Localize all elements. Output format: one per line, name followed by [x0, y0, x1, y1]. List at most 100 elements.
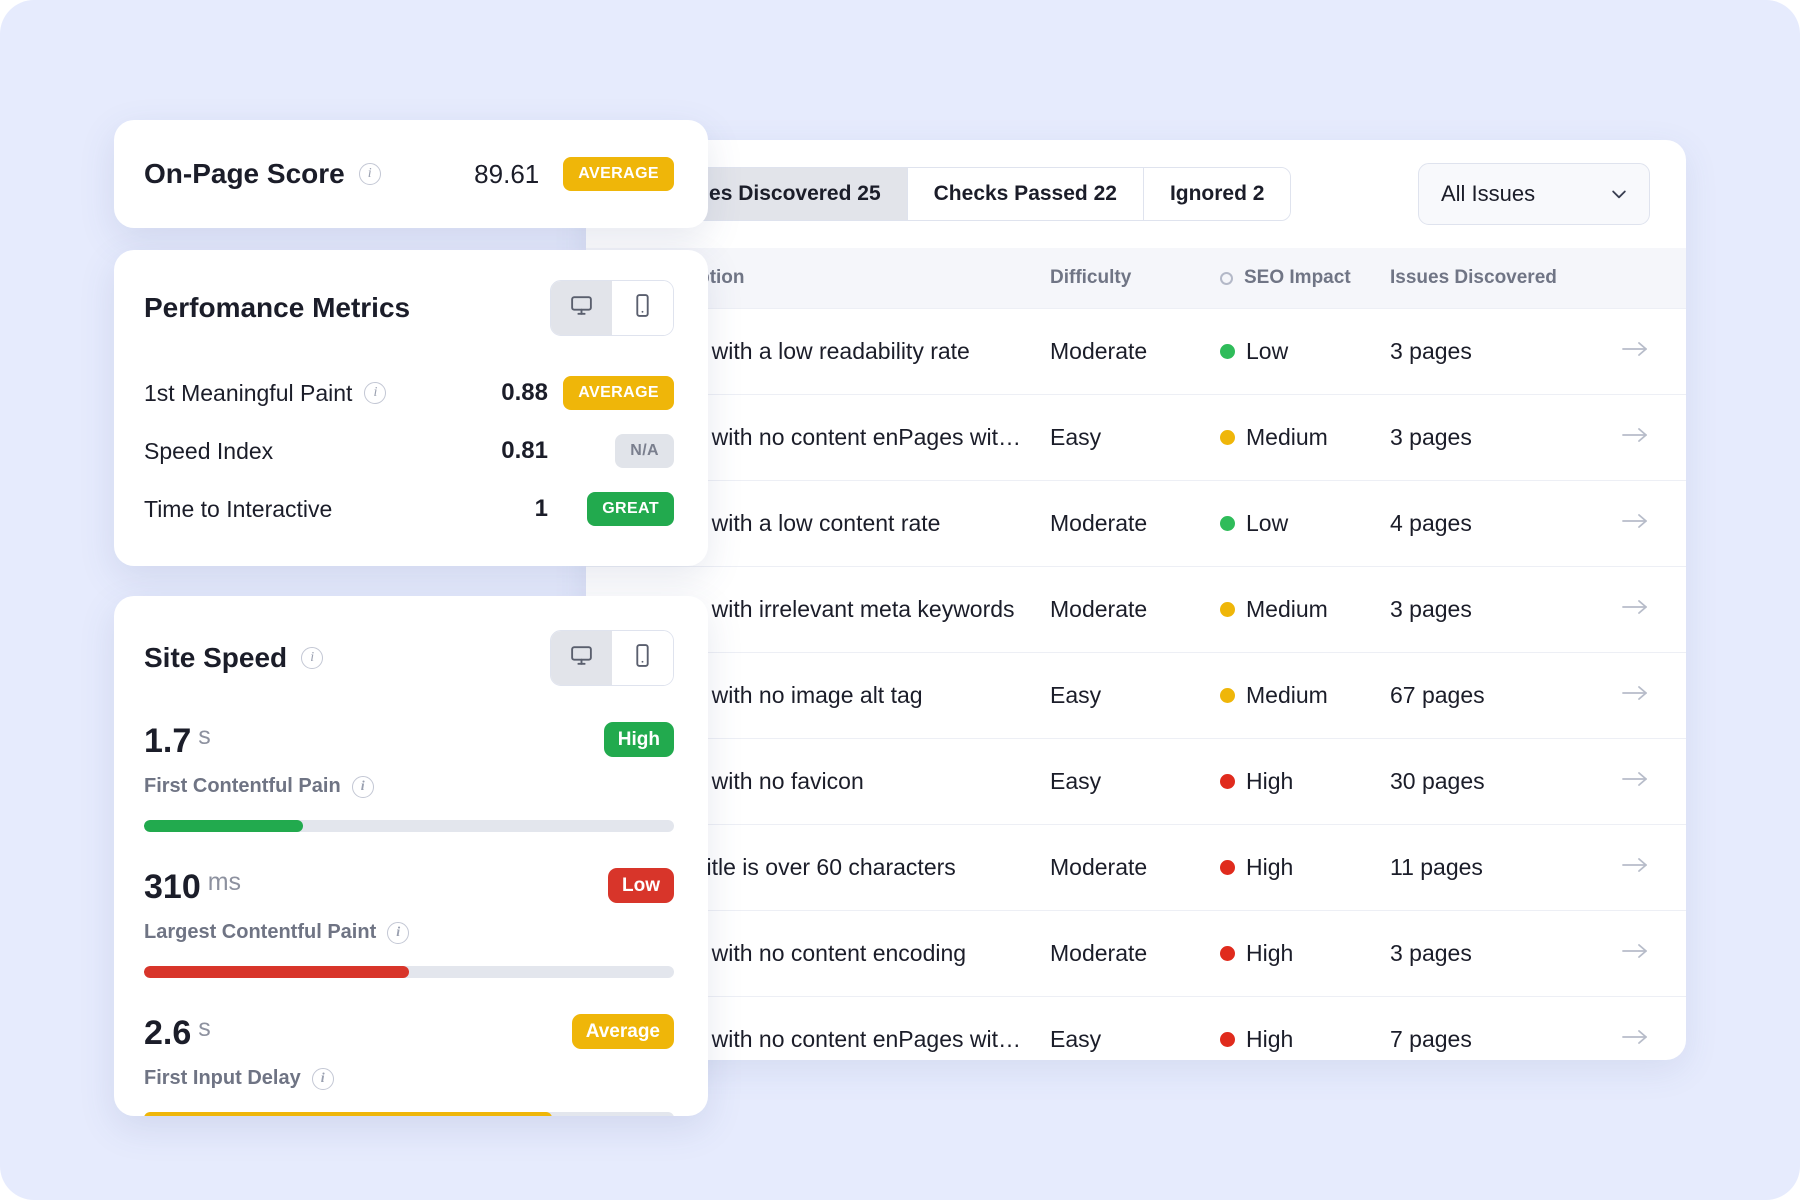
site-speed-progress-bar [144, 820, 674, 832]
performance-metric-label-wrap: Speed Index [144, 438, 273, 465]
cell-difficulty: Moderate [1050, 854, 1148, 880]
column-header-issues-discovered: Issues Discovered [1390, 267, 1557, 288]
impact-dot-icon [1220, 688, 1235, 703]
table-row[interactable]: Pages with no content enPages with a ren… [586, 996, 1686, 1060]
site-speed-card: Site Speed i 1.7 s High First Contentful Pa… [114, 596, 708, 1116]
cell-issues-discovered: 3 pages [1390, 338, 1472, 364]
arrow-right-icon[interactable] [1580, 338, 1650, 365]
issues-table: Description Difficulty SEO Impact Issues… [586, 248, 1686, 1060]
cell-seo-impact: Medium [1220, 682, 1390, 709]
site-speed-metric: 2.6 s Average First Input Delay i [144, 1014, 674, 1116]
cell-seo-impact: Medium [1220, 424, 1390, 451]
info-icon[interactable]: i [387, 921, 410, 944]
performance-metric-status-wrap: GREAT [570, 492, 674, 526]
site-speed-progress-bar [144, 966, 674, 978]
cell-seo-impact: High [1220, 768, 1390, 795]
table-row[interactable]: Pages with a low readability rate Moderat… [586, 308, 1686, 394]
arrow-right-icon[interactable] [1580, 424, 1650, 451]
table-row[interactable]: Pages with no content encoding Moderate Hi… [586, 910, 1686, 996]
cell-seo-impact-label: High [1246, 1026, 1294, 1052]
mobile-icon [630, 643, 655, 673]
site-speed-metric-top: 2.6 s Average [144, 1014, 674, 1053]
info-icon[interactable]: i [351, 775, 374, 798]
table-row[interactable]: Pages with a low content rate Moderate Low… [586, 480, 1686, 566]
circle-icon [1220, 271, 1233, 285]
site-speed-label: First Contentful Pain [144, 775, 341, 797]
performance-metric-label: Time to Interactive [144, 495, 333, 522]
site-speed-badge: Average [571, 1014, 674, 1049]
site-speed-progress-bar [144, 1112, 674, 1116]
mobile-icon [630, 293, 655, 323]
info-icon[interactable]: i [301, 647, 324, 669]
impact-dot-icon [1220, 344, 1235, 359]
arrow-right-icon[interactable] [1580, 596, 1650, 623]
cell-seo-impact-label: Medium [1246, 682, 1328, 708]
impact-dot-icon [1220, 602, 1235, 617]
cell-seo-impact: High [1220, 1026, 1390, 1053]
arrow-right-icon[interactable] [1580, 682, 1650, 709]
site-speed-label-wrap: First Input Delay i [144, 1067, 674, 1090]
info-icon[interactable]: i [364, 382, 387, 404]
performance-metrics-header: Perfomance Metrics [144, 280, 674, 336]
cell-seo-impact: Medium [1220, 596, 1390, 623]
issues-filter-value: All Issues [1441, 181, 1536, 206]
site-speed-label-wrap: Largest Contentful Paint i [144, 921, 674, 944]
cell-difficulty: Easy [1050, 424, 1102, 450]
performance-device-toggle [550, 280, 674, 336]
info-icon[interactable]: i [311, 1067, 334, 1090]
arrow-right-icon[interactable] [1580, 940, 1650, 967]
table-row[interactable]: Pages with irrelevant meta keywords Moder… [586, 566, 1686, 652]
tab-ignored[interactable]: Ignored 2 [1143, 168, 1291, 220]
performance-metrics-title: Perfomance Metrics [144, 292, 411, 323]
site-speed-label: Largest Contentful Paint [144, 921, 377, 943]
tab-checks-passed[interactable]: Checks Passed 22 [907, 168, 1144, 220]
performance-metric-row: Time to Interactive 1 GREAT [144, 480, 674, 538]
cell-issues-discovered: 7 pages [1390, 1026, 1472, 1052]
cell-issues-discovered: 3 pages [1390, 940, 1472, 966]
site-speed-header: Site Speed i [144, 630, 674, 686]
column-header-seo-impact: SEO Impact [1220, 267, 1390, 289]
issues-tab-group: Issues Discovered 25 Checks Passed 22 Ig… [640, 167, 1292, 221]
cell-issues-discovered: 3 pages [1390, 424, 1472, 450]
site-speed-value: 1.7 [144, 722, 192, 760]
performance-metric-value: 0.88 [501, 379, 548, 406]
cell-seo-impact: Low [1220, 338, 1390, 365]
table-row[interactable]: Pages with no image alt tag Easy Medium 67 … [586, 652, 1686, 738]
arrow-right-icon[interactable] [1580, 854, 1650, 881]
impact-dot-icon [1220, 860, 1235, 875]
cell-seo-impact-label: Low [1246, 510, 1289, 536]
site-speed-badge: High [603, 722, 674, 757]
desktop-toggle-button[interactable] [551, 631, 612, 685]
table-row[interactable]: Page title is over 60 characters Moderate… [586, 824, 1686, 910]
impact-dot-icon [1220, 774, 1235, 789]
arrow-right-icon[interactable] [1580, 1026, 1650, 1053]
performance-metrics-list: 1st Meaningful Paint i 0.88 AVERAGE Speed In… [144, 364, 674, 538]
site-speed-label-wrap: First Contentful Pain i [144, 775, 674, 798]
site-speed-metric-top: 1.7 s High [144, 722, 674, 761]
table-row[interactable]: Pages with no content enPages with a ren… [586, 394, 1686, 480]
table-header-row: Description Difficulty SEO Impact Issues… [586, 248, 1686, 308]
status-badge: N/A [615, 434, 674, 468]
issues-filter-dropdown[interactable]: All Issues [1418, 163, 1650, 225]
cell-difficulty: Moderate [1050, 940, 1148, 966]
site-speed-label: First Input Delay [144, 1067, 301, 1089]
site-speed-title: Site Speed [144, 642, 288, 673]
performance-metric-row: Speed Index 0.81 N/A [144, 422, 674, 480]
performance-metric-label: Speed Index [144, 437, 274, 464]
on-page-score-status-badge: AVERAGE [563, 157, 674, 191]
status-badge: GREAT [587, 492, 674, 526]
arrow-right-icon[interactable] [1580, 510, 1650, 537]
chevron-down-icon [1609, 184, 1629, 204]
impact-dot-icon [1220, 946, 1235, 961]
column-header-difficulty: Difficulty [1050, 267, 1132, 288]
site-speed-device-toggle [550, 630, 674, 686]
desktop-toggle-button[interactable] [551, 281, 612, 335]
cell-issues-discovered: 11 pages [1390, 854, 1483, 880]
mobile-toggle-button[interactable] [612, 631, 673, 685]
info-icon[interactable]: i [358, 163, 381, 185]
cell-seo-impact: Low [1220, 510, 1390, 537]
cell-difficulty: Easy [1050, 1026, 1102, 1052]
mobile-toggle-button[interactable] [612, 281, 673, 335]
table-row[interactable]: Pages with no favicon Easy High 30 pages [586, 738, 1686, 824]
arrow-right-icon[interactable] [1580, 768, 1650, 795]
